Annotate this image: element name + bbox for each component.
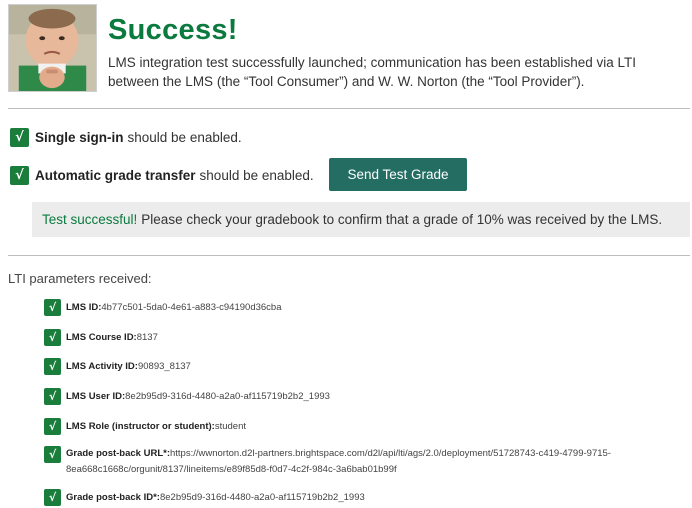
- divider-bottom: [8, 255, 690, 256]
- checkmark-icon: √: [44, 299, 61, 316]
- test-result-alert: Test successful! Please check your grade…: [32, 202, 690, 237]
- param-label: LMS ID:: [66, 302, 102, 313]
- param-lms-role: √ LMS Role (instructor or student):stude…: [44, 418, 246, 435]
- requirement-grade-transfer: √ Automatic grade transfer should be ena…: [10, 164, 314, 186]
- param-value: 8137: [136, 332, 158, 343]
- page-title: Success!: [108, 14, 238, 46]
- avatar-image: [9, 5, 96, 91]
- param-label: LMS Course ID:: [66, 332, 137, 343]
- param-label: LMS Activity ID:: [66, 361, 138, 372]
- param-grade-postback-url: √ Grade post-back URL*:https://wwnorton.…: [44, 446, 689, 478]
- requirement-label: Single sign-in: [35, 129, 124, 145]
- checkmark-icon: √: [44, 446, 61, 463]
- param-value: 8e2b95d9-316d-4480-a2a0-af115719b2b2_199…: [159, 492, 365, 503]
- param-value: 8e2b95d9-316d-4480-a2a0-af115719b2b2_199…: [125, 391, 330, 402]
- divider-top: [8, 108, 690, 109]
- checkmark-icon: √: [44, 418, 61, 435]
- checkmark-icon: √: [44, 358, 61, 375]
- checkmark-icon: √: [10, 165, 29, 185]
- alert-status: Test successful!: [42, 212, 138, 227]
- param-value: 4b77c501-5da0-4e61-a883-c94190d36cba: [101, 302, 282, 313]
- requirement-text: should be enabled.: [199, 167, 314, 183]
- param-label: LMS Role (instructor or student):: [66, 421, 215, 432]
- checkmark-icon: √: [44, 489, 61, 506]
- param-lms-activity-id: √ LMS Activity ID:90893_8137: [44, 358, 191, 375]
- param-value: student: [214, 421, 246, 432]
- send-test-grade-button[interactable]: Send Test Grade: [329, 158, 467, 191]
- requirement-text: should be enabled.: [127, 129, 242, 145]
- integration-description: LMS integration test successfully launch…: [108, 55, 637, 89]
- param-label: LMS User ID:: [66, 391, 126, 402]
- param-lms-id: √ LMS ID:4b77c501-5da0-4e61-a883-c94190d…: [44, 299, 281, 316]
- param-grade-postback-id: √ Grade post-back ID*:8e2b95d9-316d-4480…: [44, 489, 365, 506]
- checkmark-icon: √: [10, 127, 29, 147]
- checkmark-icon: √: [44, 329, 61, 346]
- param-lms-course-id: √ LMS Course ID:8137: [44, 329, 158, 346]
- param-label: Grade post-back ID*:: [66, 492, 160, 503]
- param-value: 90893_8137: [137, 361, 191, 372]
- alert-message: Please check your gradebook to confirm t…: [141, 212, 663, 227]
- param-lms-user-id: √ LMS User ID:8e2b95d9-316d-4480-a2a0-af…: [44, 388, 330, 405]
- requirement-label: Automatic grade transfer: [35, 167, 196, 183]
- requirement-single-sign-in: √ Single sign-in should be enabled.: [10, 126, 242, 148]
- param-label: Grade post-back URL*:: [66, 448, 170, 459]
- success-kid-avatar: [8, 4, 97, 92]
- checkmark-icon: √: [44, 388, 61, 405]
- params-heading: LTI parameters received:: [8, 271, 152, 286]
- success-header: Success! LMS integration test successful…: [8, 4, 688, 96]
